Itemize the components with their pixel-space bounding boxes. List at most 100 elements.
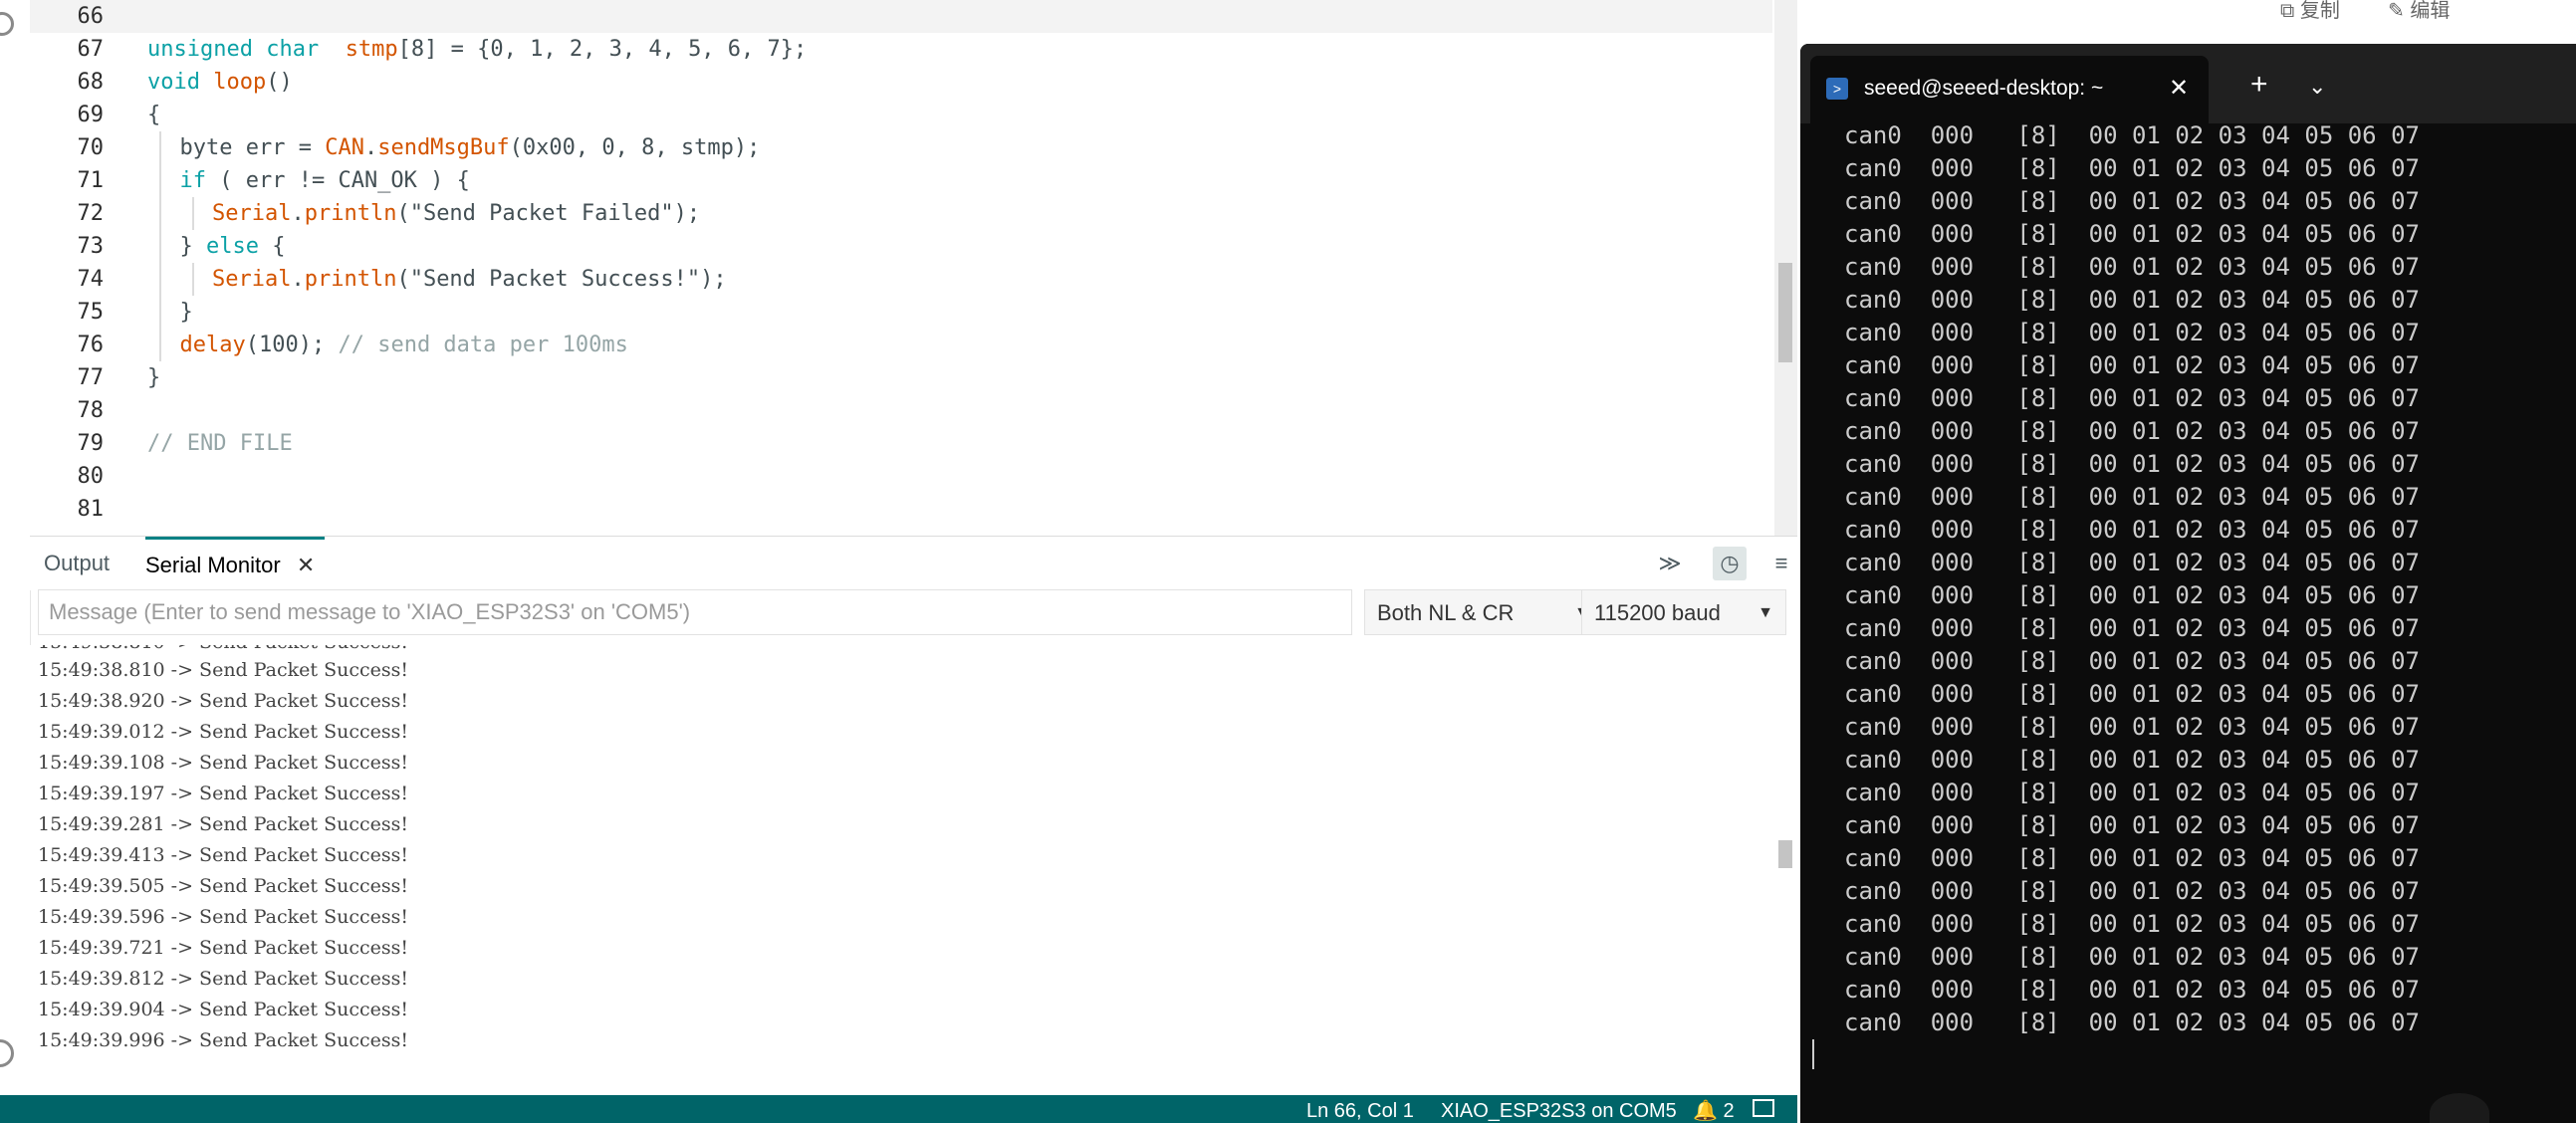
code-line[interactable]: 67 unsigned char stmp[8] = {0, 1, 2, 3, 4… <box>30 33 1772 66</box>
code-line[interactable]: 72 Serial.println("Send Packet Failed"); <box>30 197 1772 230</box>
code-text: Serial.println("Send Packet Success!"); <box>212 263 727 296</box>
serial-scrollbar-thumb[interactable] <box>1778 840 1792 868</box>
serial-line: 15:49:39.904 -> Send Packet Success! <box>38 999 409 1020</box>
edit-button[interactable]: ✎ 编辑 <box>2388 0 2450 22</box>
code-line[interactable]: 75} <box>30 296 1772 329</box>
code-line[interactable]: 81 <box>30 493 1772 526</box>
code-line[interactable]: 74 Serial.println("Send Packet Success!")… <box>30 263 1772 296</box>
code-line[interactable]: 78 <box>30 394 1772 427</box>
code-token: { <box>258 234 286 259</box>
code-token: () <box>266 70 293 95</box>
code-line[interactable]: 66 <box>30 0 1772 33</box>
terminal-line: can0 000 [8] 00 01 02 03 04 05 06 07 <box>1844 319 2420 346</box>
toggle-panel-icon[interactable] <box>1753 1099 1774 1117</box>
search-icon[interactable] <box>0 12 14 36</box>
activity-bar <box>0 0 31 1095</box>
board-port-status[interactable]: XIAO_ESP32S3 on COM5 <box>1441 1097 1677 1123</box>
terminal-line: can0 000 [8] 00 01 02 03 04 05 06 07 <box>1844 844 2420 872</box>
terminal-line: can0 000 [8] 00 01 02 03 04 05 06 07 <box>1844 253 2420 281</box>
line-number: 79 <box>77 431 105 456</box>
line-number: 71 <box>77 168 105 193</box>
terminal-line: can0 000 [8] 00 01 02 03 04 05 06 07 <box>1844 384 2420 412</box>
code-token: { <box>147 103 161 127</box>
serial-line: 15:49:39.596 -> Send Packet Success! <box>38 906 409 928</box>
serial-scrollbar[interactable] <box>1774 645 1797 1095</box>
terminal-cursor <box>1812 1039 1814 1069</box>
tab-serial-monitor[interactable]: Serial Monitor ✕ <box>145 537 326 590</box>
terminal-line: can0 000 [8] 00 01 02 03 04 05 06 07 <box>1844 220 2420 248</box>
terminal-line: can0 000 [8] 00 01 02 03 04 05 06 07 <box>1844 910 2420 938</box>
code-token: byte err = <box>179 135 326 160</box>
chevron-down-icon[interactable]: ⌄ <box>2308 72 2326 102</box>
screen: 66 67 unsigned char stmp[8] = {0, 1, 2, 3,… <box>0 0 2576 1123</box>
copy-icon: ⧉ <box>2280 0 2295 22</box>
close-icon[interactable]: ✕ <box>297 540 315 590</box>
line-number: 66 <box>77 4 105 29</box>
code-token: sendMsgBuf <box>377 135 510 160</box>
terminal-tab[interactable]: > seeed@seeed-desktop: ~ ✕ <box>1810 56 2209 123</box>
serial-line: 15:49:38.920 -> Send Packet Success! <box>38 690 409 712</box>
clear-output-button[interactable]: ≡ <box>1764 547 1798 580</box>
code-token: ( err != CAN_OK ) { <box>206 168 470 193</box>
editor-scrollbar[interactable] <box>1774 0 1797 536</box>
code-line[interactable]: 73} else { <box>30 230 1772 263</box>
terminal-line: can0 000 [8] 00 01 02 03 04 05 06 07 <box>1844 450 2420 478</box>
terminal-line: can0 000 [8] 00 01 02 03 04 05 06 07 <box>1844 614 2420 642</box>
serial-line: 15:49:38.810 -> Send Packet Success! <box>38 659 409 681</box>
help-icon[interactable] <box>0 1039 14 1067</box>
code-text: // END FILE <box>147 427 293 460</box>
code-token: (100); <box>245 333 326 357</box>
notifications-count-label: 2 <box>1723 1100 1735 1122</box>
toggle-timestamp-button[interactable]: ◷ <box>1713 547 1747 580</box>
tab-output[interactable]: Output <box>44 537 110 590</box>
terminal-line: can0 000 [8] 00 01 02 03 04 05 06 07 <box>1844 779 2420 806</box>
code-token: unsigned char <box>147 37 320 62</box>
baud-rate-select[interactable]: 115200 baud ▼ <box>1581 589 1786 635</box>
close-icon[interactable]: ✕ <box>2169 72 2189 106</box>
arduino-ide-window: 66 67 unsigned char stmp[8] = {0, 1, 2, 3,… <box>0 0 1797 1123</box>
code-line[interactable]: 69 { <box>30 99 1772 131</box>
code-line[interactable]: 79 // END FILE <box>30 427 1772 460</box>
editor-scrollbar-thumb[interactable] <box>1778 263 1792 362</box>
code-line[interactable]: 77} <box>30 361 1772 394</box>
collapse-panel-button[interactable]: ≫ <box>1653 547 1687 580</box>
terminal-line: can0 000 [8] 00 01 02 03 04 05 06 07 <box>1844 647 2420 675</box>
notifications-count[interactable]: 🔔 2 <box>1693 1097 1735 1123</box>
serial-line: 15:49:39.281 -> Send Packet Success! <box>38 813 409 835</box>
line-number: 73 <box>77 234 105 259</box>
new-tab-button[interactable]: + <box>2250 70 2268 100</box>
code-line[interactable]: 71 if ( err != CAN_OK ) { <box>30 164 1772 197</box>
serial-monitor-output[interactable]: 15:49:38.810 -> Send Packet Success! 15:4… <box>30 645 1767 1095</box>
terminal-output[interactable]: can0 000 [8] 00 01 02 03 04 05 06 07 can0… <box>1800 121 2576 1123</box>
cursor-position[interactable]: Ln 66, Col 1 <box>1306 1097 1414 1123</box>
line-number: 77 <box>77 365 105 390</box>
copy-button[interactable]: ⧉ 复制 <box>2280 0 2340 22</box>
terminal-line: can0 000 [8] 00 01 02 03 04 05 06 07 <box>1844 811 2420 839</box>
serial-line: 15:49:39.413 -> Send Packet Success! <box>38 844 409 866</box>
code-line[interactable]: 80 <box>30 460 1772 493</box>
line-number: 76 <box>77 333 105 357</box>
code-editor[interactable]: 66 67 unsigned char stmp[8] = {0, 1, 2, 3,… <box>30 0 1797 536</box>
code-token: delay <box>179 333 246 357</box>
code-text: void loop() <box>147 66 293 99</box>
chevron-down-icon: ▼ <box>1757 604 1773 621</box>
code-token: ("Send Packet Success!"); <box>396 267 727 292</box>
serial-message-input[interactable] <box>38 589 1352 635</box>
code-token: // END FILE <box>147 431 293 456</box>
code-text: if ( err != CAN_OK ) { <box>180 164 470 197</box>
terminal-line: can0 000 [8] 00 01 02 03 04 05 06 07 <box>1844 713 2420 741</box>
code-line[interactable]: 70 byte err = CAN.sendMsgBuf(0x00, 0, 8, … <box>30 131 1772 164</box>
line-ending-select[interactable]: Both NL & CR ▼ <box>1364 589 1603 635</box>
indent-guide <box>159 329 161 361</box>
tab-serial-monitor-label: Serial Monitor <box>145 553 281 577</box>
code-line[interactable]: 68 void loop() <box>30 66 1772 99</box>
terminal-line: can0 000 [8] 00 01 02 03 04 05 06 07 <box>1844 121 2420 149</box>
terminal-line: can0 000 [8] 00 01 02 03 04 05 06 07 <box>1844 976 2420 1004</box>
indent-guide <box>159 296 161 329</box>
code-token: void <box>147 70 200 95</box>
code-token: println <box>304 201 397 226</box>
code-token: } <box>179 234 206 259</box>
code-text: Serial.println("Send Packet Failed"); <box>212 197 700 230</box>
terminal-line: can0 000 [8] 00 01 02 03 04 05 06 07 <box>1844 746 2420 774</box>
code-line[interactable]: 76 delay(100); // send data per 100ms <box>30 329 1772 361</box>
